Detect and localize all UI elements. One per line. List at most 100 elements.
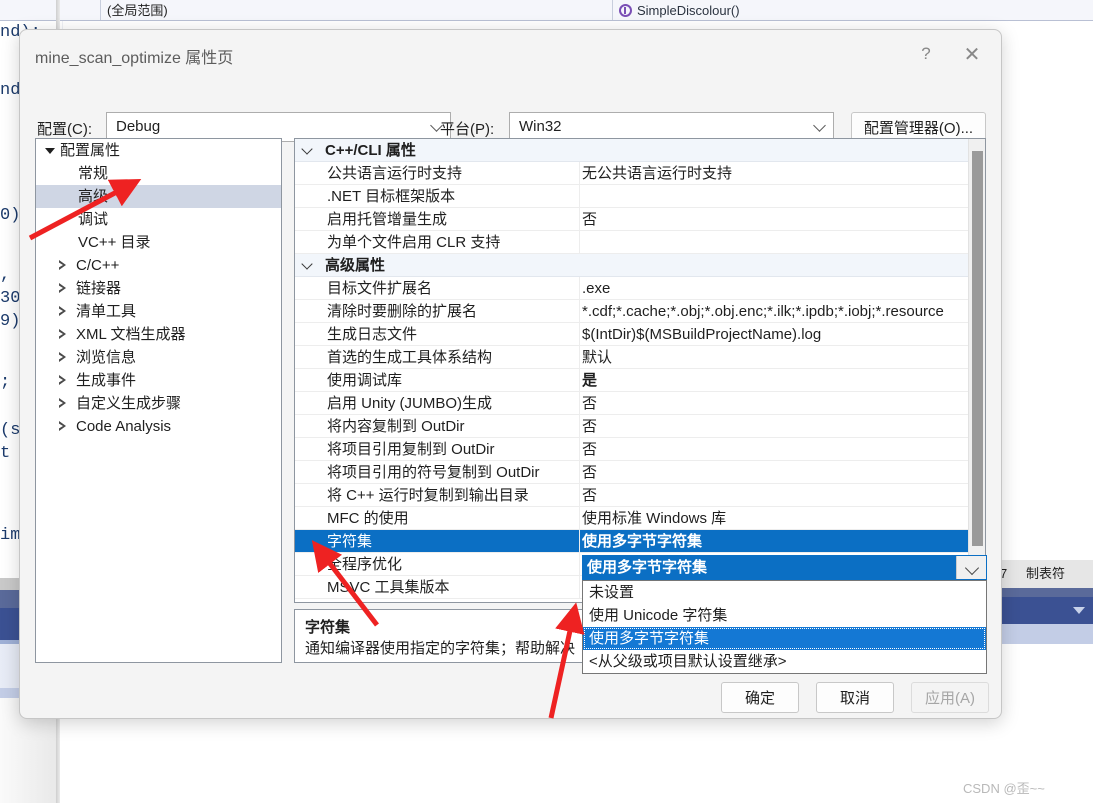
column-divider: [579, 369, 580, 391]
property-row[interactable]: 启用托管增量生成 否: [295, 208, 968, 231]
sidebar-item-12[interactable]: Code Analysis: [36, 415, 281, 438]
property-value[interactable]: 否: [582, 484, 966, 507]
property-value[interactable]: 否: [582, 438, 966, 461]
column-divider: [579, 438, 580, 460]
property-row[interactable]: 将项目引用复制到 OutDir 否: [295, 438, 968, 461]
property-row[interactable]: 字符集 使用多字节字符集: [295, 530, 968, 553]
csdn-watermark: CSDN @歪~~: [963, 781, 1045, 796]
property-group-header[interactable]: C++/CLI 属性: [295, 139, 968, 162]
sidebar-item-10[interactable]: 生成事件: [36, 369, 281, 392]
charset-dropdown-list[interactable]: 未设置 使用 Unicode 字符集 使用多字节字符集 <从父级或项目默认设置继承>: [582, 580, 987, 674]
sidebar-item-9[interactable]: 浏览信息: [36, 346, 281, 369]
property-value[interactable]: *.cdf;*.cache;*.obj;*.obj.enc;*.ilk;*.ip…: [582, 300, 966, 323]
scrollbar-thumb[interactable]: [972, 151, 983, 546]
chevron-right-icon[interactable]: [58, 260, 66, 270]
property-row[interactable]: 将 C++ 运行时复制到输出目录 否: [295, 484, 968, 507]
dropdown-option[interactable]: 使用多字节字符集: [583, 627, 986, 650]
column-divider: [579, 185, 580, 207]
ok-button-label: 确定: [744, 690, 775, 707]
property-row[interactable]: 清除时要删除的扩展名 *.cdf;*.cache;*.obj;*.obj.enc;…: [295, 300, 968, 323]
property-value[interactable]: 否: [582, 208, 966, 231]
sidebar-item-3[interactable]: 调试: [36, 208, 281, 231]
chevron-right-icon[interactable]: [58, 329, 66, 339]
property-row[interactable]: 启用 Unity (JUMBO)生成 否: [295, 392, 968, 415]
property-value[interactable]: 使用标准 Windows 库: [582, 507, 966, 530]
cancel-button[interactable]: 取消: [816, 682, 894, 713]
property-value[interactable]: 是: [582, 369, 966, 392]
configuration-label: 配置(C):: [37, 121, 92, 138]
property-grid[interactable]: C++/CLI 属性公共语言运行时支持 无公共语言运行时支持 .NET 目标框架版本…: [294, 138, 986, 603]
property-value[interactable]: 否: [582, 392, 966, 415]
property-value[interactable]: $(IntDir)$(MSBuildProjectName).log: [582, 323, 966, 346]
property-value[interactable]: 默认: [582, 346, 966, 369]
dialog-titlebar[interactable]: mine_scan_optimize 属性页 ? ✕: [20, 30, 1001, 78]
dropdown-option[interactable]: 使用 Unicode 字符集: [583, 604, 986, 627]
chevron-down-icon[interactable]: [301, 258, 313, 270]
property-row[interactable]: 生成日志文件 $(IntDir)$(MSBuildProjectName).log: [295, 323, 968, 346]
property-row[interactable]: 将项目引用的符号复制到 OutDir 否: [295, 461, 968, 484]
property-grid-scrollbar[interactable]: [968, 139, 985, 602]
close-icon[interactable]: ✕: [951, 36, 993, 72]
editor-navigation-bar[interactable]: (全局范围) SimpleDiscolour(): [0, 0, 1093, 21]
cancel-button-label: 取消: [839, 690, 870, 707]
chevron-right-icon[interactable]: [58, 283, 66, 293]
property-value[interactable]: 使用多字节字符集: [582, 530, 966, 553]
property-row[interactable]: MFC 的使用 使用标准 Windows 库: [295, 507, 968, 530]
charset-value-editor[interactable]: 使用多字节字符集: [582, 555, 987, 580]
chevron-right-icon[interactable]: [58, 352, 66, 362]
sidebar-item-5[interactable]: C/C++: [36, 254, 281, 277]
property-row[interactable]: 为单个文件启用 CLR 支持: [295, 231, 968, 254]
sidebar-item-0[interactable]: 配置属性: [36, 139, 281, 162]
property-value[interactable]: 否: [582, 415, 966, 438]
bg-right-band-1: [996, 588, 1093, 597]
sidebar-item-6[interactable]: 链接器: [36, 277, 281, 300]
column-divider: [579, 392, 580, 414]
property-name: MSVC 工具集版本: [327, 579, 450, 596]
property-value[interactable]: 无公共语言运行时支持: [582, 162, 966, 185]
sidebar-item-label: C/C++: [76, 257, 120, 274]
chevron-right-icon[interactable]: [58, 421, 66, 431]
ok-button[interactable]: 确定: [721, 682, 799, 713]
property-value[interactable]: 否: [582, 461, 966, 484]
sidebar-item-1[interactable]: 常规: [36, 162, 281, 185]
chevron-down-icon[interactable]: [45, 148, 55, 154]
help-icon[interactable]: ?: [905, 36, 947, 72]
property-name: C++/CLI 属性: [325, 142, 416, 159]
navbar-member-dropdown[interactable]: SimpleDiscolour(): [612, 0, 1072, 20]
column-divider: [579, 323, 580, 345]
chevron-right-icon[interactable]: [58, 375, 66, 385]
property-value[interactable]: .exe: [582, 277, 966, 300]
property-group-header[interactable]: 高级属性: [295, 254, 968, 277]
settings-tree[interactable]: 配置属性 常规 高级 调试 VC++ 目录 C/C++ 链接器清单工具 XML 文档生成器浏览…: [35, 138, 282, 663]
sidebar-item-2[interactable]: 高级: [36, 185, 281, 208]
chevron-right-icon[interactable]: [58, 398, 66, 408]
chevron-right-icon[interactable]: [58, 306, 66, 316]
property-row[interactable]: .NET 目标框架版本: [295, 185, 968, 208]
property-row[interactable]: 使用调试库 是: [295, 369, 968, 392]
sidebar-item-label: XML 文档生成器: [76, 326, 186, 343]
sidebar-item-11[interactable]: 自定义生成步骤: [36, 392, 281, 415]
column-divider: [579, 346, 580, 368]
property-row[interactable]: 首选的生成工具体系结构 默认: [295, 346, 968, 369]
property-name: 启用托管增量生成: [327, 211, 448, 228]
sidebar-item-label: 清单工具: [76, 303, 137, 320]
chevron-down-icon[interactable]: [956, 556, 986, 579]
navbar-scope-dropdown[interactable]: (全局范围): [100, 0, 600, 20]
property-row[interactable]: 将内容复制到 OutDir 否: [295, 415, 968, 438]
dropdown-option[interactable]: <从父级或项目默认设置继承>: [583, 650, 986, 673]
sidebar-item-4[interactable]: VC++ 目录: [36, 231, 281, 254]
configuration-value: Debug: [116, 118, 161, 135]
column-divider: [579, 300, 580, 322]
bg-right-band-3: [996, 624, 1093, 644]
code-fragment: nd: [0, 81, 21, 100]
sidebar-item-8[interactable]: XML 文档生成器: [36, 323, 281, 346]
bg-right-band-2[interactable]: [996, 597, 1093, 624]
code-fragment: 30: [0, 289, 21, 308]
property-row[interactable]: 公共语言运行时支持 无公共语言运行时支持: [295, 162, 968, 185]
property-row[interactable]: 目标文件扩展名 .exe: [295, 277, 968, 300]
dropdown-option[interactable]: 未设置: [583, 581, 986, 604]
chevron-down-icon[interactable]: [301, 143, 313, 155]
sidebar-item-7[interactable]: 清单工具: [36, 300, 281, 323]
column-divider: [579, 530, 580, 552]
chevron-down-icon: [813, 119, 826, 132]
